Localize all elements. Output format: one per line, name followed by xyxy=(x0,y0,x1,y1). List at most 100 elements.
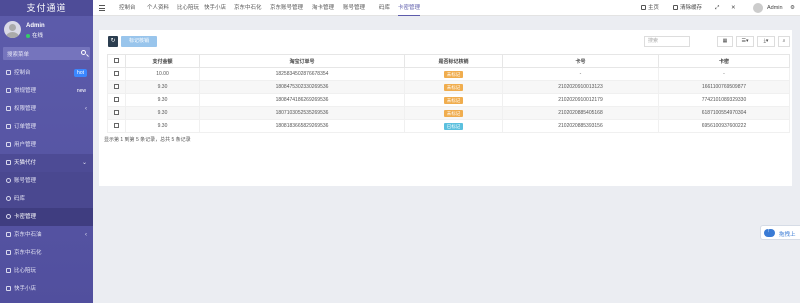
sidebar-item-label: 账号管理 xyxy=(14,178,37,184)
sidebar-item-label: 快手小店 xyxy=(14,286,37,292)
sidebar-item-1[interactable]: 常规管理 new xyxy=(0,82,93,100)
sidebar-item-label: 卡密管理 xyxy=(14,214,37,220)
tab-6[interactable]: 淘卡管理 xyxy=(312,0,334,16)
cell-order: 1825834502876678354 xyxy=(199,67,405,81)
columns-button[interactable]: ☰▾ xyxy=(736,36,754,47)
home-icon xyxy=(641,5,646,11)
chevron-icon: ⌄ xyxy=(81,160,87,166)
chevron-icon: ‹ xyxy=(85,232,87,238)
search-icon[interactable] xyxy=(81,50,86,55)
user-status-label: 在线 xyxy=(32,33,44,39)
cell-status: 未标记 xyxy=(404,106,503,120)
cell-card: 2102020885405168 xyxy=(502,106,659,120)
tab-9[interactable]: 卡密管理 xyxy=(398,0,421,16)
tab-8[interactable]: 码库 xyxy=(379,0,390,16)
row-checkbox[interactable] xyxy=(114,122,119,128)
row-select-cell[interactable] xyxy=(107,119,126,133)
list-icon xyxy=(6,286,11,292)
pager-info: 显示第 1 到第 5 条记录，总共 5 条记录 xyxy=(104,137,191,143)
clear-cache-link[interactable]: 清除缓存 xyxy=(673,0,702,16)
home-link[interactable]: 主页 xyxy=(641,0,659,16)
sidebar-item-2[interactable]: 权限管理 ‹ xyxy=(0,100,93,118)
sidebar-item-9[interactable]: 京东中石油 ‹ xyxy=(0,226,93,244)
sidebar-item-8[interactable]: 卡密管理 xyxy=(0,208,93,226)
row-select-cell[interactable] xyxy=(107,106,126,120)
tab-3[interactable]: 快手小店 xyxy=(204,0,226,16)
upload-float-button[interactable]: 拖拽上 xyxy=(760,225,800,240)
admin-menu[interactable]: Admin xyxy=(767,0,783,16)
sidebar-item-5[interactable]: 天猫代付 ⌄ xyxy=(0,154,93,172)
data-table: 支付金额 淘宝订单号 是否标记核销 卡号 卡密 10.00 18258345028… xyxy=(107,54,790,133)
table-row[interactable]: 9.30 1808474186269269536 未标记 21020209100121… xyxy=(107,93,790,107)
advanced-search-button[interactable]: ⌕ xyxy=(778,36,790,47)
sidebar-item-label: 用户管理 xyxy=(14,142,37,148)
cell-order: 1808474186269269536 xyxy=(199,93,405,107)
col-amount[interactable]: 支付金额 xyxy=(125,54,200,68)
dashboard-icon xyxy=(6,70,11,76)
mark-verify-button[interactable]: 标记核销 xyxy=(121,36,157,47)
app-root: 支付通道 Admin 在线 搜索菜单 控制台 hot 常规管理 new 权限管理 ‹ 订单管… xyxy=(0,0,800,303)
table-panel: 标记核销 搜索 ▦ ☰▾ ⤓▾ ⌕ 支付金额 淘宝订单号 是否标记核销 卡号 卡… xyxy=(99,30,792,186)
row-select-cell[interactable] xyxy=(107,67,126,81)
user-panel: Admin 在线 xyxy=(0,16,93,44)
sidebar-item-0[interactable]: 控制台 hot xyxy=(0,64,93,82)
sidebar-item-4[interactable]: 用户管理 xyxy=(0,136,93,154)
sidebar-item-7[interactable]: 码库 xyxy=(0,190,93,208)
tab-7[interactable]: 账号管理 xyxy=(343,0,365,16)
table-row[interactable]: 9.30 1808475302330269536 未标记 21020209100131… xyxy=(107,80,790,94)
chevron-icon: ‹ xyxy=(85,106,87,112)
sidebar-item-3[interactable]: 订单管理 xyxy=(0,118,93,136)
row-select-cell[interactable] xyxy=(107,93,126,107)
sidebar-badge: hot xyxy=(74,69,87,77)
table-row[interactable]: 10.00 1825834502876678354 未标记 - - xyxy=(107,67,790,81)
col-card-secret[interactable]: 卡密 xyxy=(658,54,790,68)
settings-gear-icon[interactable]: ⚙ xyxy=(790,0,795,16)
refresh-button[interactable] xyxy=(108,36,118,47)
cell-status: 未标记 xyxy=(404,67,503,81)
online-dot-icon xyxy=(26,33,30,38)
fullscreen-icon[interactable]: ⤢ xyxy=(715,0,719,16)
table-search-input[interactable]: 搜索 xyxy=(644,36,690,47)
table-row[interactable]: 9.30 1807103052535269536 未标记 21020208854051… xyxy=(107,106,790,120)
row-select-cell[interactable] xyxy=(107,80,126,94)
select-all-checkbox[interactable] xyxy=(114,57,119,63)
row-checkbox[interactable] xyxy=(114,83,119,89)
row-checkbox[interactable] xyxy=(114,70,119,76)
cell-secret: 6187100554970304 xyxy=(658,106,790,120)
cell-status: 未标记 xyxy=(404,80,503,94)
col-order[interactable]: 淘宝订单号 xyxy=(199,54,405,68)
col-card-no[interactable]: 卡号 xyxy=(502,54,659,68)
sidebar-item-6[interactable]: 账号管理 xyxy=(0,172,93,190)
tab-2[interactable]: 比心陪玩 xyxy=(177,0,199,16)
sidebar-item-12[interactable]: 快手小店 xyxy=(0,280,93,298)
sidebar-item-11[interactable]: 比心陪玩 xyxy=(0,262,93,280)
tab-0[interactable]: 控制台 xyxy=(119,0,136,16)
group-icon xyxy=(6,106,11,112)
tab-5[interactable]: 京东账号管理 xyxy=(270,0,303,16)
sidebar-search[interactable]: 搜索菜单 xyxy=(3,47,90,60)
sidebar-item-label: 比心陪玩 xyxy=(14,268,37,274)
top-avatar[interactable] xyxy=(753,3,763,13)
sidebar-item-label: 码库 xyxy=(14,196,26,202)
cell-status: 已标记 xyxy=(404,119,503,133)
expand-icon[interactable]: ✕ xyxy=(731,0,736,16)
sidebar-item-10[interactable]: 京东中石化 xyxy=(0,244,93,262)
table-row[interactable]: 9.30 1808183665829269536 已标记 21020208853931… xyxy=(107,119,790,133)
view-toggle-button[interactable]: ▦ xyxy=(717,36,733,47)
cell-secret: 7742101089329330 xyxy=(658,93,790,107)
cell-amount: 9.30 xyxy=(125,106,200,120)
status-badge: 未标记 xyxy=(443,109,464,117)
tab-1[interactable]: 个人资料 xyxy=(147,0,169,16)
row-checkbox[interactable] xyxy=(114,109,119,115)
col-marked[interactable]: 是否标记核销 xyxy=(404,54,503,68)
row-checkbox[interactable] xyxy=(114,96,119,102)
select-all-cell[interactable] xyxy=(107,54,126,68)
export-button[interactable]: ⤓▾ xyxy=(757,36,775,47)
home-label: 主页 xyxy=(648,5,660,11)
tab-4[interactable]: 京东中石化 xyxy=(234,0,262,16)
cell-status: 未标记 xyxy=(404,93,503,107)
menu-toggle-icon[interactable] xyxy=(99,5,105,11)
cell-amount: 9.30 xyxy=(125,80,200,94)
sidebar-item-label: 京东中石油 xyxy=(14,232,42,238)
status-badge: 已标记 xyxy=(443,122,464,130)
